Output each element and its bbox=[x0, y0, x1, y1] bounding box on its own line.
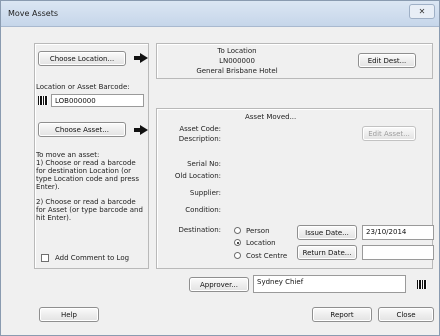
close-window-button[interactable]: ✕ bbox=[409, 4, 435, 19]
choose-location-label: Choose Location... bbox=[49, 54, 115, 63]
barcode-icon bbox=[417, 280, 427, 289]
issue-date-button[interactable]: Issue Date... bbox=[297, 225, 357, 240]
approver-input[interactable]: Sydney Chief bbox=[253, 275, 406, 293]
help-label: Help bbox=[61, 310, 77, 319]
report-label: Report bbox=[330, 310, 354, 319]
destination-label: Destination: bbox=[178, 226, 221, 234]
serial-no-label: Serial No: bbox=[187, 160, 221, 168]
description-label: Description: bbox=[178, 135, 221, 143]
close-label: Close bbox=[396, 310, 416, 319]
edit-asset-label: Edit Asset... bbox=[368, 129, 410, 138]
close-button[interactable]: Close bbox=[378, 307, 434, 322]
destination-radio-location[interactable] bbox=[234, 239, 241, 246]
report-button[interactable]: Report bbox=[312, 307, 372, 322]
return-date-label: Return Date... bbox=[302, 248, 352, 257]
choose-location-button[interactable]: Choose Location... bbox=[38, 51, 126, 66]
return-date-input[interactable] bbox=[362, 245, 434, 260]
help-button[interactable]: Help bbox=[39, 307, 99, 322]
destination-code: LN000000 bbox=[219, 57, 255, 65]
issue-date-label: Issue Date... bbox=[305, 228, 349, 237]
destination-option-location: Location bbox=[246, 239, 276, 247]
destination-option-person: Person bbox=[246, 227, 270, 235]
edit-dest-button[interactable]: Edit Dest... bbox=[358, 53, 416, 68]
choose-asset-button[interactable]: Choose Asset... bbox=[38, 122, 126, 137]
destination-option-cost-centre: Cost Centre bbox=[246, 252, 288, 260]
add-comment-checkbox[interactable] bbox=[41, 254, 49, 262]
location-barcode-input[interactable]: LOB000000 bbox=[51, 94, 144, 107]
instructions-title: To move an asset: bbox=[36, 151, 100, 159]
instruction-step-2: 2) Choose or read a barcode for Asset (o… bbox=[36, 198, 143, 222]
arrow-right-icon bbox=[134, 125, 148, 135]
approver-button[interactable]: Approver... bbox=[189, 277, 249, 292]
destination-radio-person[interactable] bbox=[234, 227, 241, 234]
location-barcode-value: LOB000000 bbox=[55, 97, 96, 105]
destination-name: General Brisbane Hotel bbox=[196, 67, 278, 75]
instruction-step-1: 1) Choose or read a barcode for destinat… bbox=[36, 159, 139, 191]
asset-moved-heading: Asset Moved... bbox=[245, 113, 297, 121]
return-date-button[interactable]: Return Date... bbox=[297, 245, 357, 260]
arrow-right-icon bbox=[134, 53, 148, 63]
issue-date-value: 23/10/2014 bbox=[366, 228, 407, 236]
supplier-label: Supplier: bbox=[189, 189, 221, 197]
instructions-block: To move an asset: 1) Choose or read a ba… bbox=[36, 151, 146, 229]
old-location-label: Old Location: bbox=[174, 172, 221, 180]
approver-value: Sydney Chief bbox=[257, 278, 304, 286]
destination-radio-cost-centre[interactable] bbox=[234, 252, 241, 259]
issue-date-input[interactable]: 23/10/2014 bbox=[362, 225, 434, 240]
condition-label: Condition: bbox=[185, 206, 221, 214]
window-title: Move Assets bbox=[8, 9, 59, 18]
edit-dest-label: Edit Dest... bbox=[367, 56, 407, 65]
choose-asset-label: Choose Asset... bbox=[55, 125, 109, 134]
asset-code-label: Asset Code: bbox=[179, 125, 221, 133]
barcode-icon bbox=[38, 96, 48, 105]
title-bar: Move Assets ✕ bbox=[1, 1, 439, 27]
add-comment-label: Add Comment to Log bbox=[55, 254, 130, 262]
move-assets-window: Move Assets ✕ Choose Location... Locatio… bbox=[0, 0, 440, 336]
to-location-heading: To Location bbox=[217, 47, 257, 55]
edit-asset-button[interactable]: Edit Asset... bbox=[362, 126, 416, 141]
location-barcode-label: Location or Asset Barcode: bbox=[36, 83, 130, 91]
approver-label: Approver... bbox=[199, 280, 239, 289]
